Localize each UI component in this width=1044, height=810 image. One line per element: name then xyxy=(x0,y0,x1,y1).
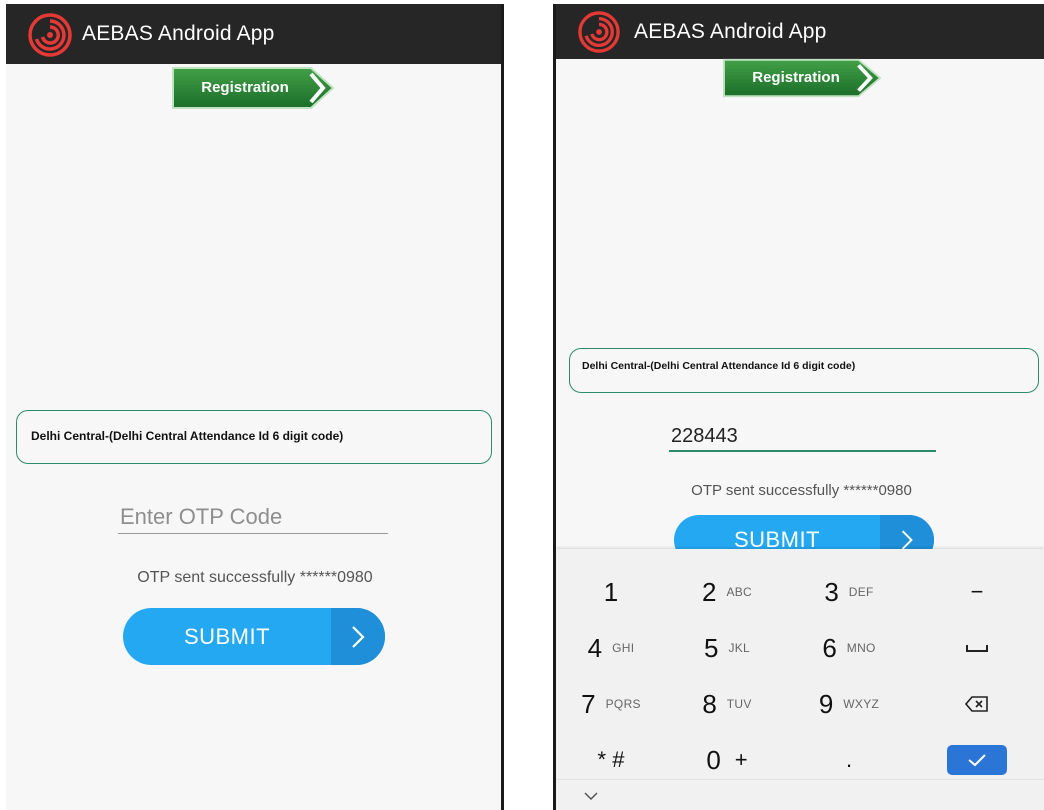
key-3[interactable]: 3 DEF xyxy=(788,566,910,618)
app-title: AEBAS Android App xyxy=(634,20,827,43)
fingerprint-logo-icon xyxy=(28,13,72,57)
registration-badge: Registration xyxy=(722,58,882,98)
key-7[interactable]: 7 PQRS xyxy=(556,678,666,730)
fingerprint-logo-icon xyxy=(578,11,620,53)
numeric-keyboard: 1 2 ABC 3 DEF − 4 GHI 5 JKL 6 MNO 7 PQRS 8 TUV … xyxy=(556,549,1044,810)
attendance-id-box: Delhi Central-(Delhi Central Attendance … xyxy=(16,410,492,464)
app-bar: AEBAS Android App xyxy=(6,4,501,64)
keyboard-nav-bar xyxy=(556,779,1044,810)
key-6[interactable]: 6 MNO xyxy=(788,622,910,674)
registration-label: Registration xyxy=(201,79,289,96)
key-8[interactable]: 8 TUV xyxy=(666,678,788,730)
registration-badge: Registration xyxy=(171,66,335,110)
registration-label: Registration xyxy=(752,69,840,86)
chevron-down-icon[interactable] xyxy=(584,792,598,800)
backspace-icon xyxy=(965,696,988,712)
done-check-icon xyxy=(968,754,986,767)
otp-input[interactable] xyxy=(118,500,388,534)
submit-button[interactable]: SUBMIT xyxy=(123,608,385,665)
key-backspace[interactable] xyxy=(910,678,1044,730)
otp-status-text: OTP sent successfully ******0980 xyxy=(137,569,373,586)
submit-label: SUBMIT xyxy=(183,623,271,649)
attendance-id-text: Delhi Central-(Delhi Central Attendance … xyxy=(31,429,344,443)
key-5[interactable]: 5 JKL xyxy=(666,622,788,674)
otp-status-text: OTP sent successfully ******0980 xyxy=(691,482,912,499)
key-space[interactable] xyxy=(910,622,1044,674)
app-title: AEBAS Android App xyxy=(82,22,275,45)
key-1[interactable]: 1 xyxy=(556,566,666,618)
key-2[interactable]: 2 ABC xyxy=(666,566,788,618)
app-bar: AEBAS Android App xyxy=(556,4,1044,59)
key-4[interactable]: 4 GHI xyxy=(556,622,666,674)
otp-input[interactable] xyxy=(669,422,936,452)
key-minus[interactable]: − xyxy=(910,566,1044,618)
space-icon xyxy=(966,645,988,652)
done-button-bg xyxy=(947,745,1007,775)
attendance-id-text: Delhi Central-(Delhi Central Attendance … xyxy=(582,360,856,372)
key-9[interactable]: 9 WXYZ xyxy=(788,678,910,730)
left-screen: AEBAS Android App Registration Delhi Cen… xyxy=(6,4,504,810)
right-screen: AEBAS Android App Registration Delhi Cen… xyxy=(553,4,1044,810)
attendance-id-box: Delhi Central-(Delhi Central Attendance … xyxy=(569,348,1039,393)
chevron-right-icon xyxy=(331,608,385,665)
